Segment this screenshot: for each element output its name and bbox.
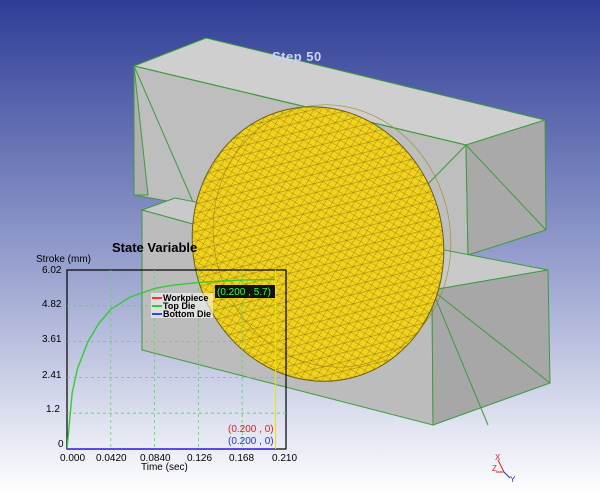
- triad-y-label: Y: [510, 475, 516, 482]
- plot-legend: Workpiece Top Die Bottom Die: [151, 293, 213, 319]
- step-label: Step 50: [272, 49, 322, 64]
- y-tick-label: 6.02: [42, 265, 62, 276]
- legend-label-bottom-die: Bottom Die: [163, 309, 211, 319]
- x-tick-label: 0.0420: [96, 453, 127, 464]
- triad-z-label: Z: [492, 464, 497, 473]
- x-tick-label: 0.0840: [140, 453, 171, 464]
- y-tick-label: 3.61: [42, 334, 62, 345]
- y-axis-title: Stroke (mm): [36, 254, 91, 265]
- triad-x-label: X: [495, 453, 501, 462]
- y-tick-label: 0: [58, 439, 64, 450]
- top-die-readout: (0.200 , 5.7): [215, 285, 275, 298]
- x-tick-label: 0.126: [187, 453, 213, 464]
- axis-triad-icon: X Z Y: [492, 453, 516, 482]
- workpiece-readout: (0.200 , 0): [228, 424, 274, 435]
- plot-title: State Variable: [112, 240, 198, 255]
- y-tick-label: 1.2: [46, 404, 60, 415]
- svg-text:(0.200 , 5.7): (0.200 , 5.7): [217, 287, 271, 298]
- x-tick-label: 0.000: [60, 453, 86, 464]
- x-tick-label: 0.210: [272, 453, 298, 464]
- simulation-viewport[interactable]: Workpiece Top Die Bottom Die (0.200 , 5.…: [0, 0, 600, 493]
- bottom-die-readout: (0.200 , 0): [228, 436, 274, 447]
- y-tick-label: 2.41: [42, 370, 62, 381]
- y-tick-label: 4.82: [42, 299, 62, 310]
- x-tick-label: 0.168: [229, 453, 255, 464]
